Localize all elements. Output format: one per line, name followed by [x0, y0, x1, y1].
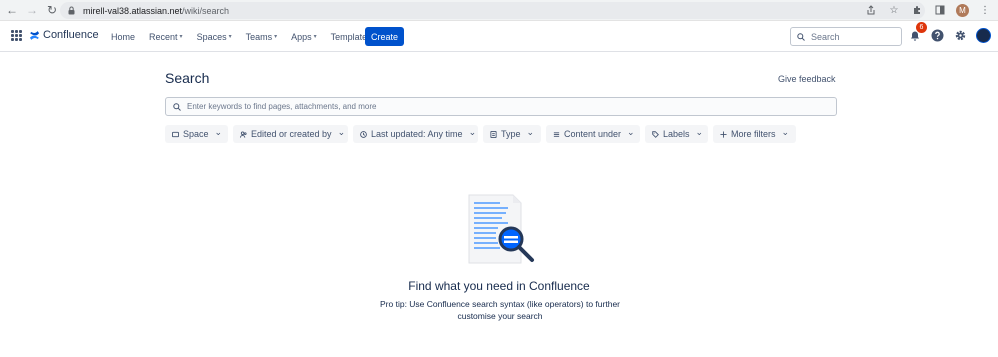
nav-item-label: Recent	[149, 31, 178, 42]
notifications-button[interactable]: 6	[907, 22, 927, 43]
empty-state-title: Find what you need in Confluence	[408, 279, 590, 293]
filter-edited-or-created-by[interactable]: Edited or created by ⌄	[233, 125, 348, 143]
filter-more-filters[interactable]: More filters ⌄	[713, 125, 796, 143]
nav-item-apps[interactable]: Apps ▾	[284, 32, 324, 42]
filter-space[interactable]: Space ⌄	[165, 125, 228, 143]
filter-label: Edited or created by	[251, 129, 332, 139]
top-search-placeholder: Search	[811, 31, 840, 42]
list-icon	[553, 131, 560, 138]
chevron-down-icon: ⌄	[337, 127, 346, 137]
filter-type[interactable]: Type ⌄	[483, 125, 541, 143]
chevron-down-icon: ⌄	[627, 127, 635, 137]
plus-icon	[720, 130, 727, 138]
sidepanel-icon[interactable]	[933, 3, 947, 17]
help-icon	[931, 29, 944, 42]
reload-icon[interactable]: ↻	[44, 2, 60, 18]
tag-icon	[652, 130, 659, 138]
primary-nav: Home Recent ▾ Spaces ▾ Teams ▾ Apps ▾ Templates	[104, 21, 379, 52]
share-icon[interactable]	[864, 3, 878, 17]
filter-labels[interactable]: Labels ⌄	[645, 125, 708, 143]
chevron-down-icon: ▾	[228, 34, 232, 40]
extensions-icon[interactable]	[910, 3, 924, 17]
browser-toolbar: ← → ↻ mirell-val38.atlassian.net/wiki/se…	[0, 0, 998, 21]
logo-text: Confluence	[43, 29, 99, 41]
chevron-down-icon: ⌄	[468, 127, 477, 137]
filter-label: Last updated: Any time	[371, 129, 463, 139]
search-illustration	[468, 194, 534, 264]
nav-item-label: Home	[111, 31, 136, 42]
document-icon	[490, 130, 497, 138]
people-icon	[240, 130, 247, 138]
bookmark-star-icon[interactable]: ☆	[887, 3, 901, 17]
nav-item-recent[interactable]: Recent ▾	[142, 32, 190, 42]
help-button[interactable]	[930, 28, 945, 43]
nav-item-label: Apps	[291, 31, 312, 42]
browser-menu-icon[interactable]: ⋮	[978, 3, 992, 17]
chevron-down-icon: ⌄	[781, 127, 790, 137]
main-search-input[interactable]	[187, 102, 787, 111]
empty-state-tip: Pro tip: Use Confluence search syntax (l…	[380, 299, 620, 321]
browser-profile-avatar[interactable]: M	[956, 3, 969, 17]
search-icon	[173, 102, 181, 111]
page-title: Search	[165, 70, 210, 86]
search-icon	[797, 32, 805, 41]
filter-label: Labels	[663, 129, 690, 139]
nav-item-teams[interactable]: Teams ▾	[239, 32, 285, 42]
nav-item-label: Teams	[245, 31, 273, 42]
filter-last-updated-any-time[interactable]: Last updated: Any time ⌄	[353, 125, 478, 143]
main-search-field[interactable]	[165, 97, 837, 116]
create-button[interactable]: Create	[365, 27, 404, 46]
chevron-down-icon: ⌄	[695, 127, 704, 137]
filter-label: Type	[501, 129, 521, 139]
user-avatar[interactable]	[976, 28, 991, 43]
nav-item-label: Spaces	[196, 31, 227, 42]
url-host: mirell-val38.atlassian.net	[83, 5, 183, 16]
chevron-down-icon: ▾	[313, 34, 317, 40]
chevron-down-icon: ⌄	[526, 127, 535, 137]
filter-content-under[interactable]: Content under ⌄	[546, 125, 640, 143]
filter-label: Space	[183, 129, 209, 139]
lock-icon	[68, 6, 75, 15]
chevron-down-icon: ▾	[179, 34, 183, 40]
chevron-down-icon: ⌄	[214, 127, 223, 137]
notification-badge: 6	[916, 22, 927, 33]
top-navigation: Confluence Home Recent ▾ Spaces ▾ Teams ▾ Apps ▾…	[0, 21, 998, 52]
nav-item-home[interactable]: Home	[104, 32, 142, 42]
filter-label: More filters	[731, 129, 776, 139]
nav-item-spaces[interactable]: Spaces ▾	[190, 32, 239, 42]
confluence-logo-icon	[29, 30, 40, 40]
url-path: /wiki/search	[182, 5, 230, 16]
settings-button[interactable]	[953, 28, 968, 43]
back-icon[interactable]: ←	[4, 2, 20, 18]
space-icon	[172, 131, 179, 138]
app-switcher-icon[interactable]	[11, 30, 22, 41]
clock-icon	[360, 130, 367, 138]
give-feedback-link[interactable]: Give feedback	[778, 74, 836, 84]
forward-icon[interactable]: →	[24, 2, 40, 18]
address-bar[interactable]: mirell-val38.atlassian.net/wiki/search	[60, 2, 925, 19]
gear-icon	[955, 30, 966, 41]
top-search-input[interactable]: Search	[790, 27, 902, 46]
confluence-logo[interactable]: Confluence	[29, 29, 99, 41]
filter-label: Content under	[564, 129, 622, 139]
chevron-down-icon: ▾	[274, 34, 278, 40]
